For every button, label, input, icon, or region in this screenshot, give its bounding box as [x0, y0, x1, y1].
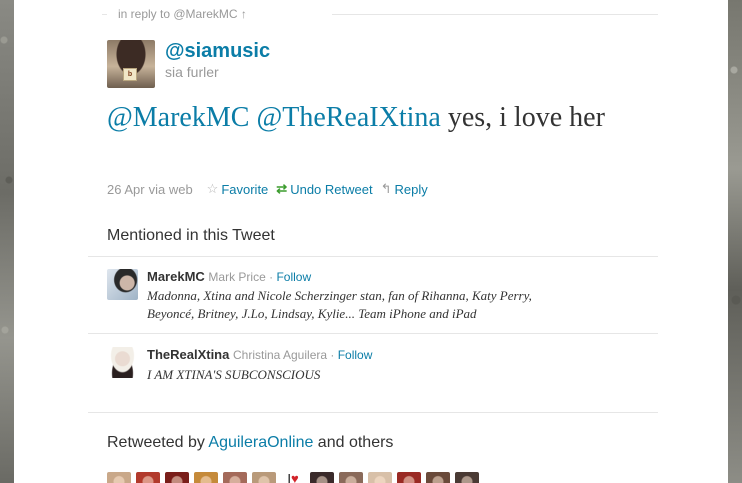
user-name-line: MarekMC Mark Price · Follow	[147, 269, 311, 284]
retweeter-avatar[interactable]	[426, 472, 450, 483]
header-rule-right	[332, 14, 658, 15]
user-bio: Madonna, Xtina and Nicole Scherzinger st…	[147, 288, 532, 321]
retweeter-avatar[interactable]	[339, 472, 363, 483]
user-screen-name[interactable]: TheRealXtina	[147, 347, 229, 362]
in-reply-to-header: in reply to @MarekMC ↑	[102, 7, 658, 21]
section-divider	[88, 412, 658, 413]
retweeted-by-suffix: and others	[313, 434, 394, 451]
retweeter-avatar[interactable]	[223, 472, 247, 483]
name-separator: ·	[265, 270, 277, 284]
retweet-icon: ⇄	[276, 181, 288, 196]
reply-label: Reply	[394, 181, 428, 197]
user-avatar-marekmc[interactable]	[107, 269, 138, 300]
retweeter-avatar[interactable]	[107, 472, 131, 483]
mention-link-marekmc[interactable]: @MarekMC	[107, 102, 249, 133]
favorite-button[interactable]: ☆ Favorite	[207, 181, 269, 197]
user-name-line: TheRealXtina Christina Aguilera · Follow	[147, 347, 372, 362]
user-bio: I AM XTINA'S SUBCONSCIOUS	[147, 367, 321, 382]
background-left-edge	[0, 0, 14, 483]
retweeter-avatar[interactable]: I♥	[281, 472, 305, 483]
retweeter-avatar-strip: I♥	[107, 472, 479, 483]
header-rule-left	[102, 14, 107, 15]
retweeter-avatar[interactable]	[368, 472, 392, 483]
undo-retweet-label: Undo Retweet	[290, 181, 373, 197]
retweeter-avatar[interactable]	[310, 472, 334, 483]
tweet-meta-bar: 26 Apr via web ☆ Favorite ⇄ Undo Retweet…	[107, 181, 428, 197]
author-avatar[interactable]: b	[107, 40, 155, 88]
retweeter-avatar[interactable]	[194, 472, 218, 483]
follow-button[interactable]: Follow	[338, 348, 373, 362]
follow-button[interactable]: Follow	[276, 270, 311, 284]
retweeter-link[interactable]: AguileraOnline	[208, 434, 313, 451]
tweet-source: via web	[148, 181, 193, 197]
retweeted-by-title: Retweeted by AguileraOnline and others	[107, 434, 393, 452]
user-avatar-therealxtina[interactable]	[107, 347, 138, 378]
mentioned-user-row-therealxtina: TheRealXtina Christina Aguilera · Follow…	[88, 334, 658, 412]
tweet-body: yes, i love her	[440, 102, 605, 133]
retweeter-avatar[interactable]	[136, 472, 160, 483]
retweeter-avatar[interactable]	[165, 472, 189, 483]
tweet-details-panel: in reply to @MarekMC ↑ b @siamusic sia f…	[14, 0, 728, 483]
star-icon: ☆	[206, 181, 219, 196]
user-full-name: Christina Aguilera	[232, 348, 328, 362]
mentioned-user-row-marekmc: MarekMC Mark Price · Follow Madonna, Xti…	[88, 256, 658, 334]
retweeter-avatar[interactable]	[455, 472, 479, 483]
in-reply-to-link[interactable]: in reply to @MarekMC ↑	[118, 7, 247, 21]
retweeted-by-prefix: Retweeted by	[107, 434, 209, 451]
background-right-edge	[728, 0, 742, 483]
user-screen-name[interactable]: MarekMC	[147, 269, 205, 284]
author-screen-name[interactable]: @siamusic	[165, 40, 270, 63]
favorite-label: Favorite	[221, 181, 269, 197]
tweet-timestamp[interactable]: 26 Apr	[107, 182, 145, 197]
mention-link-therealxtina[interactable]: @TheReaIXtina	[256, 102, 440, 133]
author-full-name: sia furler	[165, 64, 219, 80]
reply-button[interactable]: ↰ Reply	[381, 181, 428, 197]
retweeter-avatar[interactable]	[252, 472, 276, 483]
reply-arrow-icon: ↰	[380, 181, 392, 196]
user-full-name: Mark Price	[208, 270, 266, 284]
undo-retweet-button[interactable]: ⇄ Undo Retweet	[276, 181, 372, 197]
tweet-text: @MarekMC @TheReaIXtina yes, i love her	[107, 100, 627, 136]
mentioned-section-title: Mentioned in this Tweet	[107, 227, 275, 244]
retweeter-avatar[interactable]	[397, 472, 421, 483]
name-separator: ·	[327, 348, 338, 362]
avatar-letter-cube: b	[123, 68, 137, 81]
